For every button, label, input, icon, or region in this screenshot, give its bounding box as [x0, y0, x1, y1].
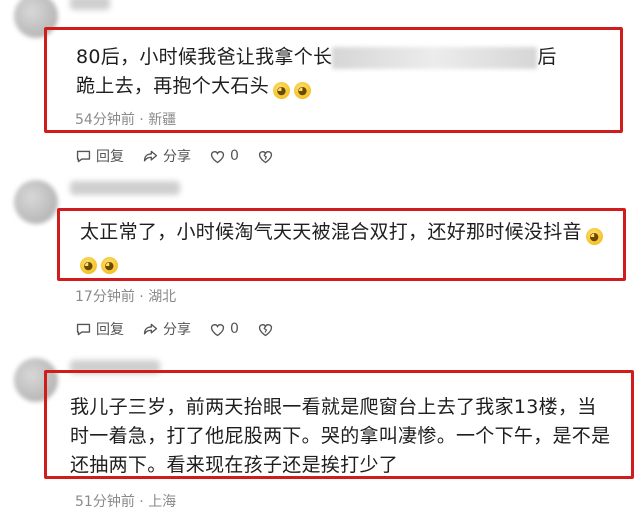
- like-button[interactable]: 0: [209, 146, 239, 166]
- reply-button[interactable]: 回复: [75, 319, 124, 339]
- dislike-button[interactable]: [257, 146, 274, 166]
- dislike-button[interactable]: [257, 319, 274, 339]
- reply-button[interactable]: 回复: [75, 146, 124, 166]
- comment-item-3: 我儿子三岁，前两天抬眼一看就是爬窗台上去了我家13楼，当 时一着急，打了他屁股两…: [0, 350, 640, 522]
- heart-icon: [210, 323, 225, 336]
- emoji-icon: ◕: [80, 257, 97, 274]
- emoji-icon: ◕: [101, 257, 118, 274]
- comment-icon: [76, 323, 91, 335]
- username[interactable]: [70, 0, 110, 10]
- comment-meta: 17分钟前 · 湖北: [75, 289, 177, 305]
- emoji-icon: ◕: [273, 82, 291, 99]
- comment-text: 太正常了，小时候淘气天天被混合双打，还好那时候没抖音 ◕ ◕ ◕: [80, 218, 620, 276]
- action-bar: 回复 分享 0: [75, 319, 274, 339]
- avatar[interactable]: [14, 180, 58, 224]
- comment-text: 我儿子三岁，前两天抬眼一看就是爬窗台上去了我家13楼，当 时一着急，打了他屁股两…: [70, 396, 611, 476]
- username[interactable]: [70, 181, 180, 195]
- action-bar: 回复 分享 0: [75, 146, 274, 166]
- like-button[interactable]: 0: [209, 319, 239, 339]
- broken-heart-icon: [258, 323, 273, 336]
- broken-heart-icon: [258, 150, 273, 163]
- comment-icon: [76, 150, 91, 162]
- comment-item-1: 80后，小时候我爸让我拿个长后 跪上去，再抱个大石头 ◕ ◕ 54分钟前 · 新疆 …: [0, 0, 640, 175]
- share-icon: [143, 150, 158, 161]
- comment-item-2: 太正常了，小时候淘气天天被混合双打，还好那时候没抖音 ◕ ◕ ◕ 17分钟前 · 湖…: [0, 175, 640, 350]
- emoji-icon: ◕: [294, 82, 312, 99]
- comment-meta: 54分钟前 · 新疆: [75, 112, 177, 128]
- comment-text: 80后，小时候我爸让我拿个长后 跪上去，再抱个大石头 ◕ ◕: [76, 46, 557, 99]
- redacted-text: [332, 46, 538, 69]
- heart-icon: [210, 150, 225, 163]
- emoji-icon: ◕: [585, 228, 603, 245]
- share-icon: [143, 323, 158, 334]
- share-button[interactable]: 分享: [142, 146, 191, 166]
- comment-meta: 51分钟前 · 上海: [75, 494, 177, 510]
- share-button[interactable]: 分享: [142, 319, 191, 339]
